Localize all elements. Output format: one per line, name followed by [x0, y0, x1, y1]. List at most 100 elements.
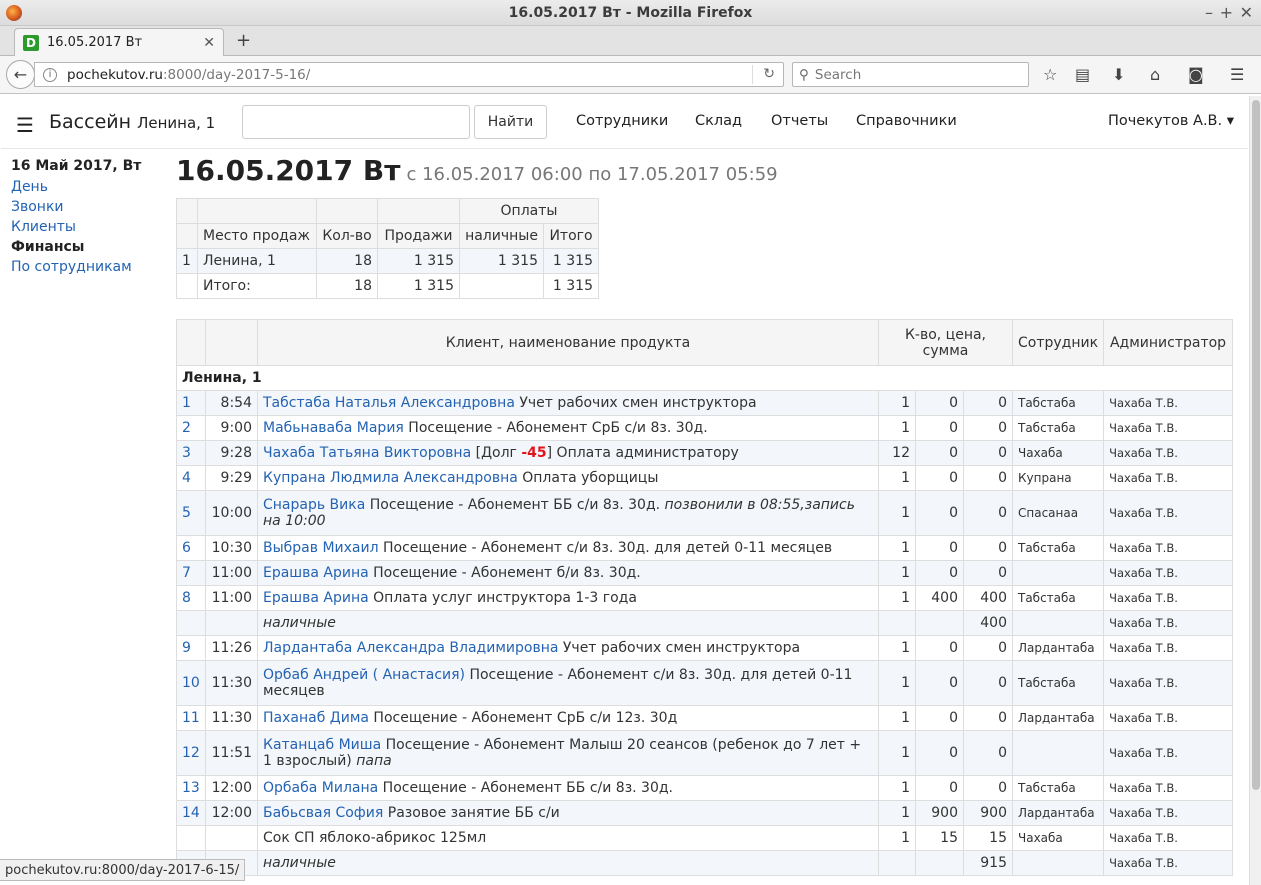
browser-search-input[interactable]: ⚲ Search: [792, 62, 1029, 87]
client-link[interactable]: Табстаба Наталья Александровна: [263, 395, 515, 411]
minimize-icon[interactable]: –: [1205, 3, 1213, 22]
table-row: Сок СП яблоко-абрикос 125мл 1 15 15 Чахаба Ча…: [176, 825, 1233, 851]
sidebar-date: 16 Май 2017, Вт: [11, 158, 142, 174]
reload-icon[interactable]: ↻: [763, 66, 775, 82]
menu-reports[interactable]: Отчеты: [771, 113, 828, 129]
browser-tab[interactable]: D 16.05.2017 Вт ✕: [14, 28, 224, 56]
client-link[interactable]: Чахаба Татьяна Викторовна: [263, 445, 471, 461]
col-admin: Администратор: [1103, 319, 1233, 366]
admin-cell: Чахаба Т.В.: [1103, 635, 1233, 661]
back-arrow-icon[interactable]: ←: [6, 60, 35, 89]
download-icon[interactable]: ⬇: [1112, 65, 1125, 84]
table-row: 3 9:28 Чахаба Татьяна Викторовна [Долг -45…: [176, 440, 1233, 466]
admin-cell: Чахаба Т.В.: [1103, 705, 1233, 731]
row-number-link[interactable]: 3: [176, 440, 206, 466]
app-brand[interactable]: Бассейн Ленина, 1: [49, 111, 215, 133]
row-number-link[interactable]: [176, 825, 206, 851]
client-link[interactable]: Паханаб Дима: [263, 710, 369, 726]
search-icon: ⚲: [799, 66, 809, 83]
sum-cell: 900: [963, 800, 1013, 826]
row-number-link[interactable]: 4: [176, 465, 206, 491]
pocket-icon[interactable]: ◙: [1188, 65, 1204, 84]
row-number-link[interactable]: 2: [176, 415, 206, 441]
product-name: Посещение - Абонемент с/и 8з. 30д. для д…: [378, 540, 833, 556]
client-link[interactable]: Бабьсвая София: [263, 805, 383, 821]
reading-list-icon[interactable]: ▤: [1075, 65, 1090, 84]
summary-table: Оплаты Место продаж Кол-во Продажи налич…: [176, 198, 599, 299]
client-link[interactable]: Лардантаба Александра Владимировна: [263, 640, 558, 656]
time-cell: 11:51: [205, 730, 258, 776]
employee-cell: Табстаба: [1011, 535, 1105, 561]
menu-employees[interactable]: Сотрудники: [576, 113, 668, 129]
sum-cell: 0: [963, 390, 1013, 416]
row-number-link[interactable]: 8: [176, 585, 206, 611]
sidebar-item-by-employee[interactable]: По сотрудникам: [11, 257, 171, 277]
time-cell: 10:00: [205, 490, 258, 536]
qty-cell: 1: [878, 390, 916, 416]
table-row: 8 11:00 Ерашва Арина Оплата услуг инструкт…: [176, 585, 1233, 611]
employee-cell: Табстаба: [1011, 390, 1105, 416]
maximize-icon[interactable]: +: [1220, 3, 1233, 22]
price-cell: 15: [915, 825, 964, 851]
admin-cell: Чахаба Т.В.: [1103, 660, 1233, 706]
client-link[interactable]: Снарарь Вика: [263, 497, 365, 513]
time-cell: [205, 825, 258, 851]
sidebar-item-day[interactable]: День: [11, 177, 171, 197]
row-number-link[interactable]: 10: [176, 660, 206, 706]
qty-cell: 12: [878, 440, 916, 466]
row-number-link[interactable]: 14: [176, 800, 206, 826]
employee-cell: [1011, 730, 1105, 776]
row-number-link[interactable]: 6: [176, 535, 206, 561]
site-info-icon[interactable]: i: [43, 67, 57, 82]
client-link[interactable]: Мабьнаваба Мария: [263, 420, 404, 436]
qty-cell: 1: [878, 825, 916, 851]
sidebar-item-calls[interactable]: Звонки: [11, 197, 171, 217]
sidebar-item-clients[interactable]: Клиенты: [11, 217, 171, 237]
qty-cell: 1: [878, 585, 916, 611]
row-number-link[interactable]: 5: [176, 490, 206, 536]
bookmark-star-icon[interactable]: ☆: [1043, 65, 1057, 84]
window-titlebar: 16.05.2017 Вт - Mozilla Firefox – + ✕: [0, 0, 1261, 26]
admin-cell: Чахаба Т.В.: [1103, 730, 1233, 776]
client-link[interactable]: Купрана Людмила Александровна: [263, 470, 518, 486]
employee-cell: Табстаба: [1011, 660, 1105, 706]
admin-cell: Чахаба Т.В.: [1103, 440, 1233, 466]
find-button[interactable]: Найти: [474, 105, 547, 139]
time-cell: 9:00: [205, 415, 258, 441]
user-menu[interactable]: Почекутов А.В. ▾: [1108, 113, 1234, 129]
client-link[interactable]: Ерашва Арина: [263, 565, 369, 581]
close-tab-icon[interactable]: ✕: [203, 35, 215, 51]
time-cell: 11:26: [205, 635, 258, 661]
scrollbar-thumb[interactable]: [1252, 100, 1260, 790]
app-search-input[interactable]: [242, 105, 470, 139]
client-link[interactable]: Орбаб Андрей ( Анастасия): [263, 667, 465, 683]
tab-strip: D 16.05.2017 Вт ✕ +: [0, 26, 1261, 56]
url-bar[interactable]: i pochekutov.ru:8000/day-2017-5-16/ ↻: [34, 62, 784, 87]
menu-warehouse[interactable]: Склад: [695, 113, 742, 129]
client-link[interactable]: Выбрав Михаил: [263, 540, 379, 556]
row-number-link[interactable]: 1: [176, 390, 206, 416]
table-row: 9 11:26 Лардантаба Александра Владимировна…: [176, 635, 1233, 661]
row-number-link[interactable]: 12: [176, 730, 206, 776]
menu-directories[interactable]: Справочники: [856, 113, 957, 129]
row-number-link[interactable]: 9: [176, 635, 206, 661]
qty-cell: 1: [878, 490, 916, 536]
client-link[interactable]: Орбаба Милана: [263, 780, 378, 796]
home-icon[interactable]: ⌂: [1150, 65, 1160, 84]
client-product-cell: Орбаб Андрей ( Анастасия) Посещение - Аб…: [257, 660, 879, 706]
employee-cell: Лардантаба: [1011, 705, 1105, 731]
new-tab-icon[interactable]: +: [236, 30, 251, 51]
hamburger-menu-icon[interactable]: ☰: [1230, 65, 1244, 84]
row-number-link[interactable]: 11: [176, 705, 206, 731]
app-menu-icon[interactable]: ☰: [16, 113, 34, 137]
row-number-link[interactable]: 13: [176, 775, 206, 801]
search-placeholder: Search: [814, 66, 862, 83]
page-scrollbar[interactable]: [1249, 96, 1261, 885]
close-window-icon[interactable]: ✕: [1240, 3, 1253, 22]
table-row: 4 9:29 Купрана Людмила Александровна Оплат…: [176, 465, 1233, 491]
employee-cell: Табстаба: [1011, 415, 1105, 441]
admin-cell: Чахаба Т.В.: [1103, 800, 1233, 826]
client-link[interactable]: Ерашва Арина: [263, 590, 369, 606]
client-link[interactable]: Катанцаб Миша: [263, 737, 381, 753]
row-number-link[interactable]: 7: [176, 560, 206, 586]
